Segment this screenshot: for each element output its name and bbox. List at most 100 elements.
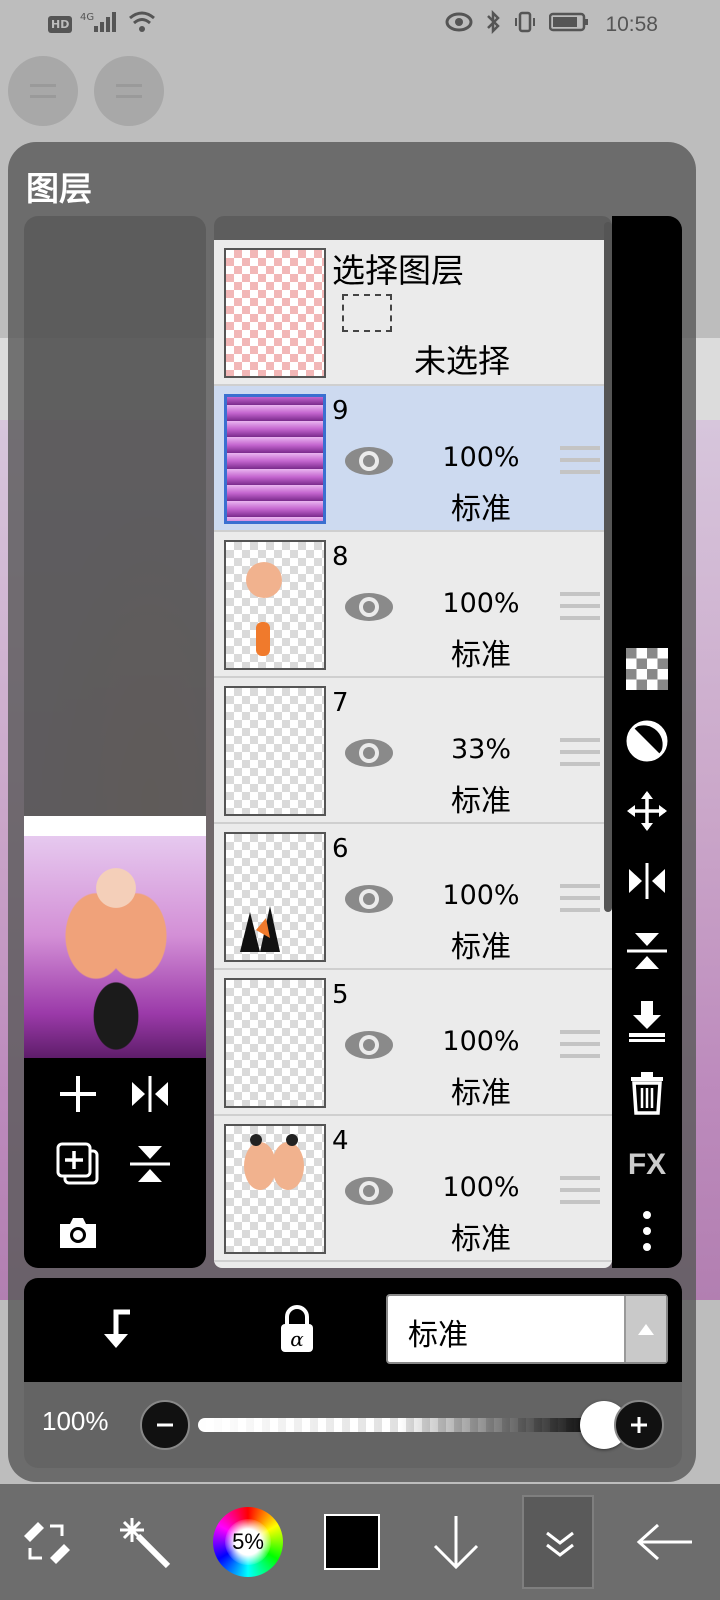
- layer-panel: 图层 选择图层 未选择 9 100% 标准 8 100% 标准 7 33% 标准…: [8, 142, 696, 1482]
- clipping-arrow-icon: [104, 1309, 130, 1348]
- wifi-icon: [128, 10, 156, 39]
- layer-number: 9: [332, 396, 349, 426]
- brush-eraser-toggle-button[interactable]: [12, 1498, 80, 1586]
- layer-row-9[interactable]: 9 100% 标准: [214, 386, 612, 532]
- status-time: 10:58: [605, 12, 658, 36]
- collapse-menu-tab: [522, 1495, 594, 1589]
- layer-opacity: 100%: [442, 1026, 520, 1057]
- blend-mode-bar: α 标准: [24, 1278, 682, 1382]
- layer-blend-mode: 标准: [451, 1222, 511, 1257]
- layer-opacity: 100%: [442, 880, 520, 911]
- selection-layer-title: 选择图层: [332, 251, 464, 290]
- preview-border: [24, 816, 206, 836]
- layer-row-4[interactable]: 4 100% 标准: [214, 1116, 612, 1262]
- delete-layer-button[interactable]: [624, 1070, 670, 1116]
- bottom-toolbar: 5%: [0, 1484, 720, 1600]
- layer-blend-mode: 标准: [451, 784, 511, 819]
- layer-opacity: 100%: [442, 1172, 520, 1203]
- flip-vertical-icon: [130, 1146, 170, 1182]
- panel-title: 图层: [26, 169, 92, 208]
- layer-blend-mode: 标准: [451, 930, 511, 965]
- visibility-eye-icon[interactable]: [342, 1174, 396, 1208]
- flip-horizontal-icon: [629, 863, 665, 899]
- selection-layer-status: 未选择: [414, 342, 511, 380]
- status-left: HD 4G: [48, 10, 156, 39]
- eye-comfort-icon: [445, 12, 473, 37]
- visibility-eye-icon[interactable]: [342, 1028, 396, 1062]
- drag-handle-icon[interactable]: [560, 592, 600, 620]
- drag-handle-icon[interactable]: [560, 1030, 600, 1058]
- layer-right-toolbar: FX: [612, 216, 682, 1268]
- layer-list-scrollbar[interactable]: [604, 222, 612, 912]
- arrow-down-icon: [433, 1516, 479, 1570]
- visibility-eye-icon[interactable]: [342, 590, 396, 624]
- layer-opacity: 33%: [450, 734, 511, 765]
- brush-eraser-icon: [24, 1522, 70, 1564]
- layer-opacity: 100%: [442, 588, 520, 619]
- flip-horizontal-button[interactable]: [124, 1068, 176, 1120]
- collapse-menu-button[interactable]: [522, 1484, 594, 1600]
- alpha-lock-button[interactable]: α: [272, 1302, 322, 1356]
- download-icon: [629, 1001, 665, 1042]
- camera-button[interactable]: [52, 1206, 104, 1258]
- svg-text:α: α: [290, 1327, 304, 1351]
- layer-thumbnail: [224, 686, 326, 816]
- layer-list[interactable]: 选择图层 未选择 9 100% 标准 8 100% 标准 7 33% 标准 6 …: [214, 240, 612, 1268]
- flip-layer-vertical-button[interactable]: [624, 928, 670, 974]
- drag-handle-icon[interactable]: [560, 446, 600, 474]
- checkerboard-icon: [626, 648, 668, 690]
- opacity-value: 100%: [42, 1406, 109, 1436]
- layer-row-5[interactable]: 5 100% 标准: [214, 970, 612, 1116]
- layer-number: 4: [332, 1126, 349, 1156]
- more-options-button[interactable]: [624, 1208, 670, 1254]
- minus-icon: [157, 1423, 173, 1427]
- menu-circle-button[interactable]: [94, 56, 164, 126]
- layer-row-8[interactable]: 8 100% 标准: [214, 532, 612, 678]
- layer-4-art: [244, 1134, 304, 1190]
- layer-number: 6: [332, 834, 349, 864]
- layer-list-header: [214, 216, 612, 240]
- drag-handle-icon[interactable]: [560, 1176, 600, 1204]
- back-button[interactable]: [626, 1498, 702, 1586]
- flip-layer-horizontal-button[interactable]: [624, 858, 670, 904]
- drag-handle-icon[interactable]: [560, 738, 600, 766]
- color-wheel-button[interactable]: 5%: [210, 1498, 286, 1586]
- current-color-button[interactable]: [320, 1498, 384, 1586]
- arrow-down-button[interactable]: [424, 1498, 488, 1586]
- duplicate-layer-button[interactable]: [52, 1138, 104, 1190]
- bluetooth-icon: [485, 9, 501, 39]
- double-chevron-down-icon: [546, 1531, 574, 1557]
- add-layer-button[interactable]: [52, 1068, 104, 1120]
- blend-mode-dropdown[interactable]: 标准: [386, 1294, 668, 1364]
- merge-down-button[interactable]: [624, 998, 670, 1044]
- trash-icon: [631, 1072, 663, 1115]
- flip-vertical-button[interactable]: [124, 1138, 176, 1190]
- dropdown-arrow-icon[interactable]: [624, 1296, 666, 1362]
- visibility-eye-icon[interactable]: [342, 882, 396, 916]
- selection-layer-row[interactable]: 选择图层 未选择: [214, 240, 612, 386]
- color-wheel-icon: 5%: [213, 1507, 283, 1577]
- magic-wand-button[interactable]: [110, 1498, 178, 1586]
- opacity-slider[interactable]: [198, 1418, 600, 1432]
- flip-horizontal-icon: [132, 1076, 168, 1112]
- layer-opacity: 100%: [442, 442, 520, 473]
- drag-handle-icon[interactable]: [560, 884, 600, 912]
- layer-blend-mode: 标准: [451, 638, 511, 673]
- move-arrows-icon: [627, 791, 667, 831]
- layer-row-6[interactable]: 6 100% 标准: [214, 824, 612, 970]
- canvas-preview[interactable]: [24, 836, 206, 1058]
- layer-number: 8: [332, 542, 349, 572]
- fx-button[interactable]: FX: [624, 1142, 670, 1188]
- transparency-button[interactable]: [624, 646, 670, 692]
- opacity-decrease-button[interactable]: [140, 1400, 190, 1450]
- move-button[interactable]: [624, 788, 670, 834]
- layer-row-7[interactable]: 7 33% 标准: [214, 678, 612, 824]
- mask-button[interactable]: [624, 718, 670, 764]
- clipping-button[interactable]: [92, 1304, 142, 1354]
- opacity-increase-button[interactable]: [614, 1400, 664, 1450]
- battery-icon: [549, 11, 589, 38]
- more-vertical-icon: [643, 1211, 651, 1251]
- visibility-eye-icon[interactable]: [342, 736, 396, 770]
- visibility-eye-icon[interactable]: [342, 444, 396, 478]
- undo-circle-button[interactable]: [8, 56, 78, 126]
